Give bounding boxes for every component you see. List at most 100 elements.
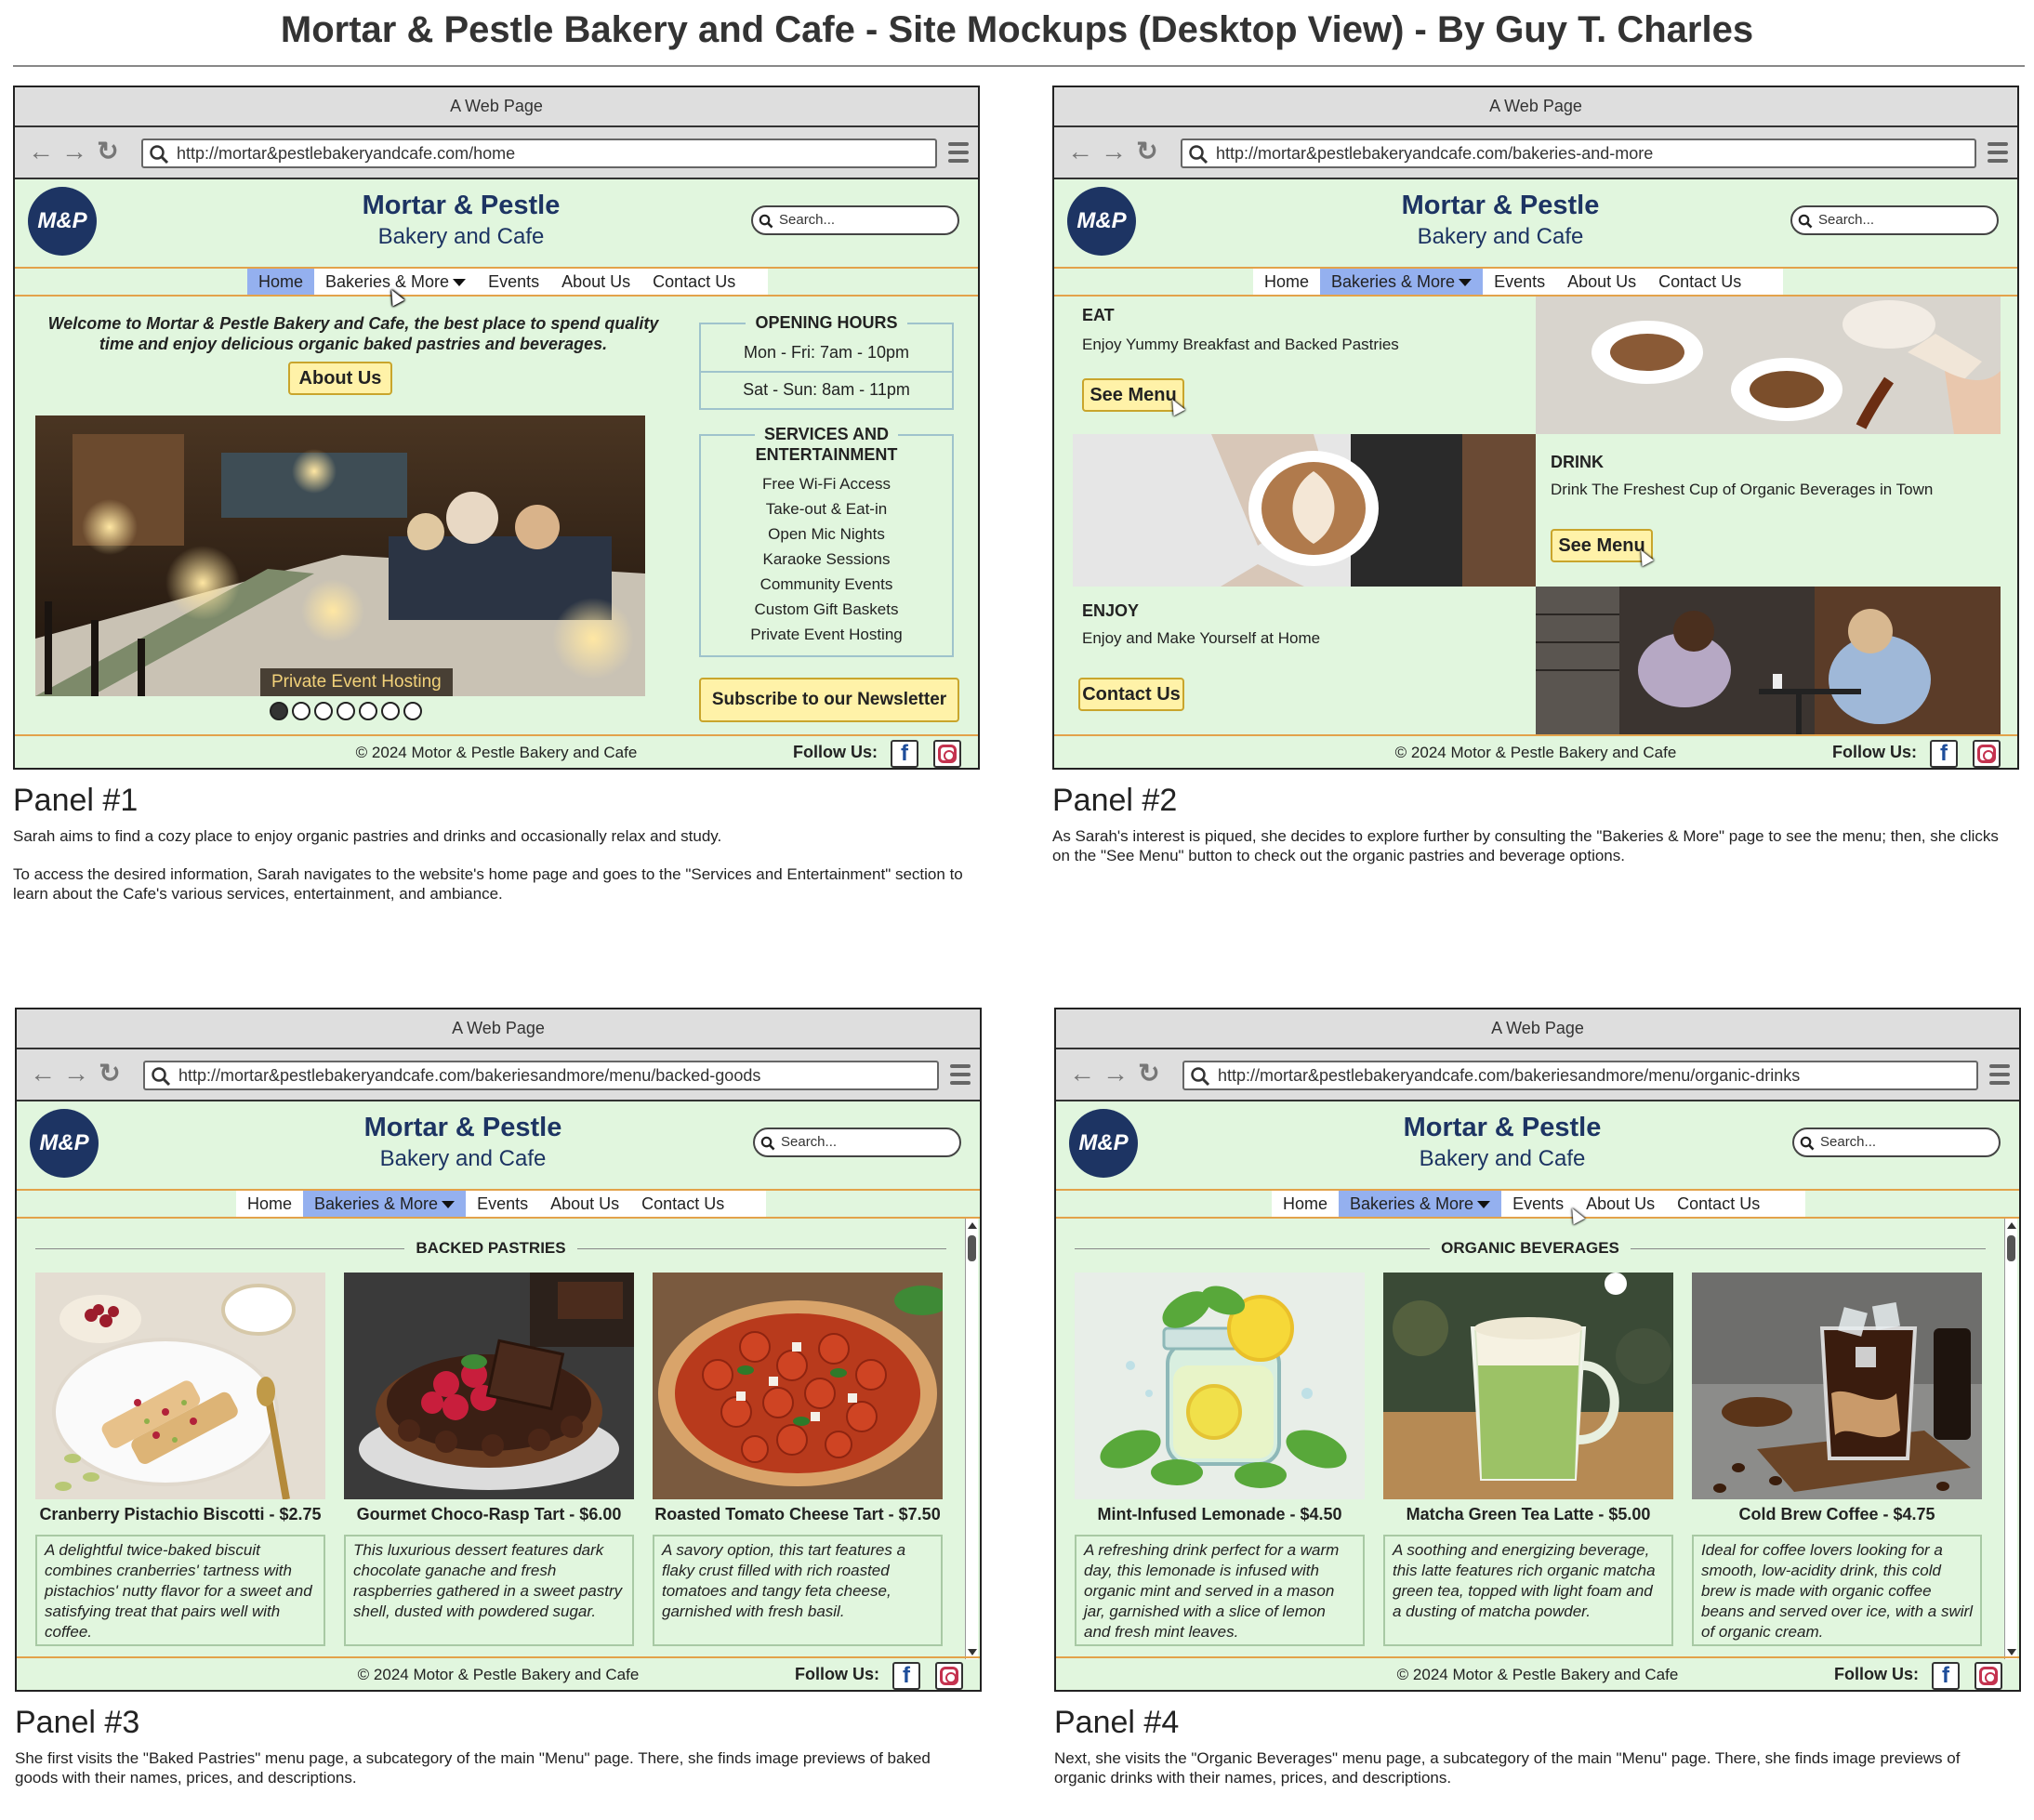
back-icon[interactable]: ←	[28, 138, 54, 165]
panel-description: To access the desired information, Sarah…	[13, 865, 963, 903]
nav-item-events[interactable]: Events	[477, 269, 550, 295]
facebook-icon[interactable]: f	[1930, 740, 1958, 768]
logo[interactable]: M&P	[1067, 187, 1136, 256]
instagram-icon[interactable]	[933, 740, 961, 768]
search-placeholder: Search...	[781, 1134, 838, 1150]
nav-item-contact-us[interactable]: Contact Us	[1666, 1191, 1771, 1217]
newsletter-button[interactable]: Subscribe to our Newsletter	[699, 678, 959, 722]
hamburger-menu-icon[interactable]	[950, 1064, 971, 1085]
url-text: http://mortar&pestlebakeryandcafe.com/ba…	[1218, 1066, 1801, 1085]
menu-item-photo[interactable]	[653, 1273, 943, 1499]
forward-icon[interactable]: →	[1101, 138, 1127, 165]
scrollbar[interactable]	[965, 1219, 978, 1659]
menu-item-description: A delightful twice-baked biscuit combine…	[35, 1535, 325, 1646]
carousel-dot[interactable]	[270, 702, 288, 720]
menu-item-photo[interactable]	[344, 1273, 634, 1499]
logo[interactable]: M&P	[30, 1109, 99, 1178]
site-brand: Mortar & Pestle Bakery and Cafe	[1326, 1111, 1679, 1174]
hamburger-menu-icon[interactable]	[1988, 142, 2008, 163]
hero-carousel[interactable]: Private Event Hosting	[35, 415, 645, 696]
carousel-dot[interactable]	[381, 702, 400, 720]
logo[interactable]: M&P	[1069, 1109, 1138, 1178]
nav-item-events[interactable]: Events	[1501, 1191, 1575, 1217]
about-us-button[interactable]: About Us	[288, 362, 392, 395]
nav-item-about-us[interactable]: About Us	[539, 1191, 630, 1217]
address-bar[interactable]: http://mortar&pestlebakeryandcafe.com/ba…	[1182, 1061, 1978, 1090]
logo[interactable]: M&P	[28, 187, 97, 256]
contact-us-button[interactable]: Contact Us	[1078, 678, 1184, 711]
forward-icon[interactable]: →	[61, 138, 87, 165]
scroll-thumb[interactable]	[2007, 1235, 2015, 1261]
hamburger-menu-icon[interactable]	[1989, 1064, 2010, 1085]
nav-item-bakeries-more[interactable]: Bakeries & More	[1339, 1191, 1502, 1217]
forward-icon[interactable]: →	[1103, 1061, 1129, 1087]
carousel-dot[interactable]	[314, 702, 333, 720]
reload-icon[interactable]: ↻	[1134, 138, 1160, 165]
nav-item-contact-us[interactable]: Contact Us	[641, 269, 746, 295]
scroll-down-icon[interactable]	[968, 1649, 977, 1655]
menu-item-name: Matcha Green Tea Latte - $5.00	[1406, 1505, 1651, 1523]
site-tagline: Bakery and Cafe	[377, 224, 545, 249]
menu-item-photo[interactable]	[1692, 1273, 1982, 1499]
reload-icon[interactable]: ↻	[95, 138, 121, 165]
nav-item-home[interactable]: Home	[1272, 1191, 1339, 1217]
search-input[interactable]: Search...	[751, 205, 959, 235]
site-header: M&P Mortar & Pestle Bakery and Cafe Search.…	[15, 179, 978, 269]
nav-item-events[interactable]: Events	[466, 1191, 539, 1217]
browser-window: A Web Page ← → ↻ http://mortar&pestlebakerya…	[13, 86, 980, 770]
nav-item-home[interactable]: Home	[236, 1191, 303, 1217]
nav-item-bakeries-more[interactable]: Bakeries & More	[303, 1191, 467, 1217]
address-bar[interactable]: http://mortar&pestlebakeryandcafe.com/ho…	[141, 138, 937, 168]
menu-item-photo[interactable]	[1075, 1273, 1365, 1499]
nav-item-home[interactable]: Home	[1253, 269, 1320, 295]
back-icon[interactable]: ←	[1067, 138, 1093, 165]
facebook-icon[interactable]: f	[1932, 1662, 1960, 1690]
search-input[interactable]: Search...	[1792, 1128, 2001, 1157]
nav-item-home[interactable]: Home	[247, 269, 315, 295]
instagram-icon[interactable]	[935, 1662, 963, 1690]
reload-icon[interactable]: ↻	[1136, 1061, 1162, 1087]
main-nav-items: Home Bakeries & More Events About Us Contact…	[1253, 269, 1783, 295]
site-footer: © 2024 Motor & Pestle Bakery and Cafe Fol…	[1056, 1656, 2019, 1690]
nav-item-about-us[interactable]: About Us	[1575, 1191, 1666, 1217]
reload-icon[interactable]: ↻	[97, 1061, 123, 1087]
search-input[interactable]: Search...	[1790, 205, 1999, 235]
nav-item-contact-us[interactable]: Contact Us	[630, 1191, 735, 1217]
follow-us-label: Follow Us:	[793, 743, 878, 761]
menu-item-description: A refreshing drink perfect for a warm da…	[1075, 1535, 1365, 1646]
forward-icon[interactable]: →	[63, 1061, 89, 1087]
services-title: SERVICES AND	[701, 425, 952, 443]
scroll-up-icon[interactable]	[968, 1222, 977, 1229]
scroll-thumb[interactable]	[968, 1235, 976, 1261]
main-nav-items: Home Bakeries & More Events About Us Contact…	[236, 1191, 766, 1217]
carousel-dot[interactable]	[403, 702, 422, 720]
back-icon[interactable]: ←	[1069, 1061, 1095, 1087]
search-input[interactable]: Search...	[753, 1128, 961, 1157]
nav-item-contact-us[interactable]: Contact Us	[1647, 269, 1752, 295]
scrollbar[interactable]	[2004, 1219, 2017, 1659]
nav-item-about-us[interactable]: About Us	[550, 269, 641, 295]
instagram-icon[interactable]	[1973, 740, 2001, 768]
hamburger-menu-icon[interactable]	[948, 142, 969, 163]
chevron-down-icon	[1477, 1201, 1491, 1208]
instagram-icon[interactable]	[1975, 1662, 2002, 1690]
menu-item-photo[interactable]	[1383, 1273, 1673, 1499]
panel-4: A Web Page ← → ↻ http://mortar&pestlebakerya…	[1054, 1008, 2021, 1787]
facebook-icon[interactable]: f	[892, 1662, 920, 1690]
back-icon[interactable]: ←	[30, 1061, 56, 1087]
scroll-down-icon[interactable]	[2007, 1649, 2016, 1655]
carousel-dot[interactable]	[359, 702, 377, 720]
nav-item-about-us[interactable]: About Us	[1556, 269, 1647, 295]
carousel-dot[interactable]	[337, 702, 355, 720]
panel-1: A Web Page ← → ↻ http://mortar&pestlebakerya…	[13, 86, 980, 903]
menu-item-photo[interactable]	[35, 1273, 325, 1499]
nav-item-events[interactable]: Events	[1483, 269, 1556, 295]
facebook-icon[interactable]: f	[891, 740, 918, 768]
follow-us-label: Follow Us:	[1832, 743, 1917, 761]
address-bar[interactable]: http://mortar&pestlebakeryandcafe.com/ba…	[143, 1061, 939, 1090]
drink-text: Drink The Freshest Cup of Organic Bevera…	[1551, 481, 1934, 498]
carousel-dot[interactable]	[292, 702, 310, 720]
scroll-up-icon[interactable]	[2007, 1222, 2016, 1229]
address-bar[interactable]: http://mortar&pestlebakeryandcafe.com/ba…	[1181, 138, 1976, 168]
nav-item-bakeries-more[interactable]: Bakeries & More	[1320, 269, 1484, 295]
